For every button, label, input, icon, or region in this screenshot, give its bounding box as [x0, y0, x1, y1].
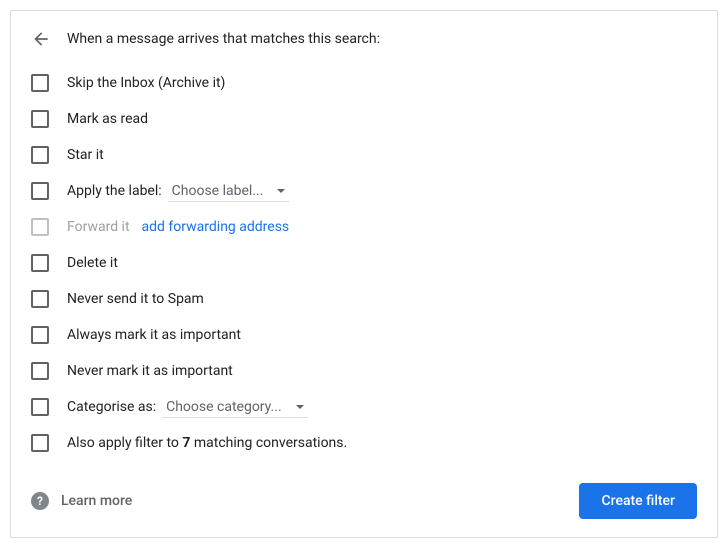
label-always-important: Always mark it as important — [67, 327, 241, 343]
checkbox-apply-label[interactable] — [31, 182, 49, 200]
option-delete: Delete it — [31, 245, 697, 281]
category-dropdown-text: Choose category... — [166, 399, 282, 415]
label-skip-inbox: Skip the Inbox (Archive it) — [67, 75, 225, 91]
checkbox-forward[interactable] — [31, 218, 49, 236]
add-forwarding-link[interactable]: add forwarding address — [142, 219, 290, 235]
label-never-important: Never mark it as important — [67, 363, 233, 379]
footer-left: ? Learn more — [31, 492, 132, 510]
chevron-down-icon — [296, 405, 304, 409]
filter-dialog: When a message arrives that matches this… — [10, 10, 718, 538]
option-apply-label: Apply the label: Choose label... — [31, 173, 697, 209]
learn-more-link[interactable]: Learn more — [61, 493, 132, 509]
dialog-header: When a message arrives that matches this… — [31, 29, 697, 49]
checkbox-categorise[interactable] — [31, 398, 49, 416]
checkbox-mark-read[interactable] — [31, 110, 49, 128]
category-dropdown[interactable]: Choose category... — [162, 397, 308, 418]
back-arrow-icon[interactable] — [31, 29, 51, 49]
checkbox-skip-inbox[interactable] — [31, 74, 49, 92]
label-dropdown[interactable]: Choose label... — [168, 181, 290, 202]
also-apply-prefix: Also apply filter to — [67, 435, 182, 451]
chevron-down-icon — [277, 189, 285, 193]
dialog-title: When a message arrives that matches this… — [67, 31, 380, 47]
option-always-important: Always mark it as important — [31, 317, 697, 353]
help-icon[interactable]: ? — [31, 492, 49, 510]
label-forward: Forward it — [67, 219, 130, 235]
label-mark-read: Mark as read — [67, 111, 148, 127]
checkbox-never-spam[interactable] — [31, 290, 49, 308]
filter-options-list: Skip the Inbox (Archive it) Mark as read… — [31, 65, 697, 461]
option-also-apply: Also apply filter to 7 matching conversa… — [31, 425, 697, 461]
option-mark-read: Mark as read — [31, 101, 697, 137]
create-filter-button[interactable]: Create filter — [579, 483, 697, 519]
dialog-footer: ? Learn more Create filter — [31, 463, 697, 519]
label-never-spam: Never send it to Spam — [67, 291, 204, 307]
label-star: Star it — [67, 147, 104, 163]
option-star: Star it — [31, 137, 697, 173]
label-apply-label: Apply the label: — [67, 183, 162, 199]
checkbox-never-important[interactable] — [31, 362, 49, 380]
also-apply-suffix: matching conversations. — [190, 435, 347, 451]
checkbox-always-important[interactable] — [31, 326, 49, 344]
option-skip-inbox: Skip the Inbox (Archive it) — [31, 65, 697, 101]
option-never-spam: Never send it to Spam — [31, 281, 697, 317]
label-delete: Delete it — [67, 255, 118, 271]
label-dropdown-text: Choose label... — [172, 183, 264, 199]
option-never-important: Never mark it as important — [31, 353, 697, 389]
checkbox-star[interactable] — [31, 146, 49, 164]
option-forward: Forward it add forwarding address — [31, 209, 697, 245]
option-categorise: Categorise as: Choose category... — [31, 389, 697, 425]
checkbox-also-apply[interactable] — [31, 434, 49, 452]
label-also-apply: Also apply filter to 7 matching conversa… — [67, 435, 347, 451]
checkbox-delete[interactable] — [31, 254, 49, 272]
label-categorise: Categorise as: — [67, 399, 156, 415]
